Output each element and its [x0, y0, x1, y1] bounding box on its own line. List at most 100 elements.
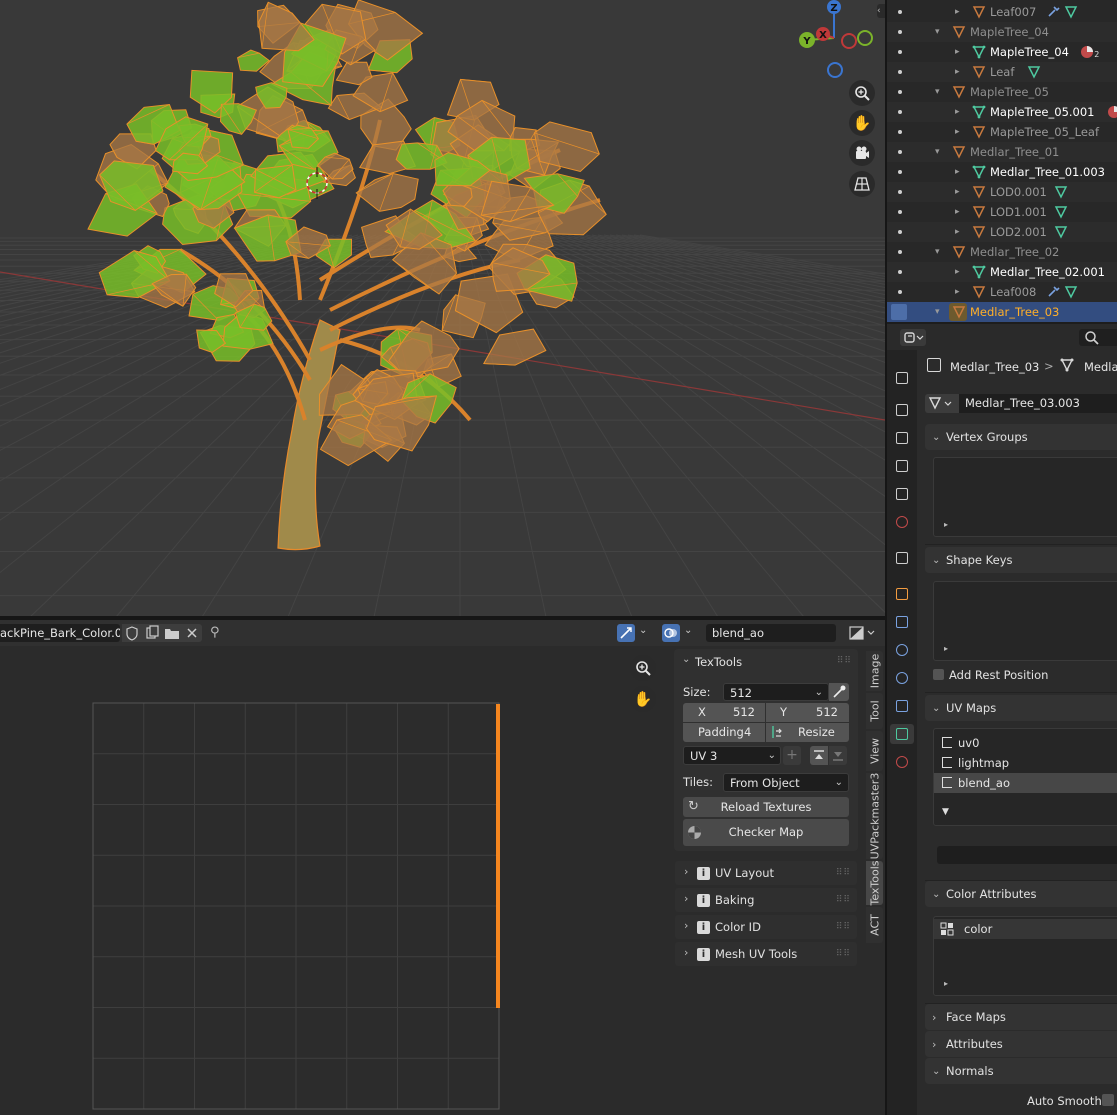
drag-grip-icon[interactable]: ⠿⠿ [837, 656, 852, 666]
unlink-close-icon[interactable] [182, 624, 202, 642]
outliner-row[interactable]: ▾ MapleTree_04 [887, 22, 1117, 42]
particles-icon[interactable] [894, 642, 910, 658]
overlay-icon[interactable] [662, 624, 680, 642]
zoom-icon[interactable] [630, 655, 656, 681]
panel-vertex-groups-header[interactable]: ⌄ Vertex Groups [925, 424, 1117, 450]
properties-editor[interactable]: Medlar_Tree_03 > Medlar Medlar_Tree_03.0… [917, 350, 1117, 1115]
textools-subpanel[interactable]: › i Color ID ⠿⠿ [675, 915, 857, 939]
outliner-row[interactable]: ▾ Medlar_Tree_02 [887, 242, 1117, 262]
editor-type-button[interactable] [900, 329, 926, 346]
expand-arrow-open-icon[interactable]: ▾ [935, 87, 940, 97]
uv-sync-icon[interactable] [617, 624, 635, 642]
panel-uv-maps-header[interactable]: ⌄ UV Maps [925, 695, 1117, 721]
drag-grip-icon[interactable]: ⠿⠿ [836, 895, 851, 905]
move-down-icon[interactable] [829, 746, 847, 765]
uv-editor[interactable]: ✋ ⌄ TexTools ⠿⠿ Size: 512 ⌄ X 512 Y 512 … [0, 646, 885, 1115]
visibility-dot-icon[interactable] [898, 150, 902, 154]
hand-pan-icon[interactable]: ✋ [849, 110, 875, 136]
camera-icon[interactable] [849, 140, 875, 166]
visibility-dot-icon[interactable] [898, 270, 902, 274]
zoom-icon[interactable] [849, 80, 875, 106]
panel-color-attributes-header[interactable]: ⌄ Color Attributes [925, 881, 1117, 907]
outliner-row[interactable]: ▸ Medlar_Tree_02.001 [887, 262, 1117, 282]
list-item[interactable]: blend_ao [934, 773, 1117, 793]
outliner-row[interactable]: ▸ Leaf007 [887, 2, 1117, 22]
navigation-gizmo[interactable]: Z Y X [790, 0, 885, 85]
list-options-icon[interactable]: ▼ [942, 807, 949, 817]
textools-subpanel[interactable]: › i Baking ⠿⠿ [675, 888, 857, 912]
x-size-field[interactable]: X 512 [683, 703, 765, 722]
output-icon[interactable] [894, 430, 910, 446]
visibility-dot-icon[interactable] [898, 10, 902, 14]
reload-textures-button[interactable]: ↻ Reload Textures [683, 797, 849, 817]
list-item[interactable]: uv0 [934, 733, 1117, 753]
drag-grip-icon[interactable]: ⠿⠿ [836, 949, 851, 959]
sidebar-tab-image[interactable]: Image [866, 651, 883, 691]
physics-icon[interactable] [894, 670, 910, 686]
outliner-row[interactable]: ▸ LOD1.001 [887, 202, 1117, 222]
y-size-field[interactable]: Y 512 [766, 703, 849, 722]
hand-pan-icon[interactable]: ✋ [630, 686, 656, 712]
info-icon[interactable]: i [697, 947, 710, 961]
outliner-row[interactable]: ▾ Medlar_Tree_01 [887, 142, 1117, 162]
drag-grip-icon[interactable]: ⠿⠿ [836, 922, 851, 932]
grid-ortho-icon[interactable] [849, 171, 875, 197]
open-folder-icon[interactable] [162, 624, 182, 642]
list-item[interactable]: lightmap [934, 753, 1117, 773]
visibility-dot-icon[interactable] [898, 30, 902, 34]
drag-grip-icon[interactable]: ⠿⠿ [836, 868, 851, 878]
resize-button[interactable]: Resize [766, 723, 849, 742]
pin-icon[interactable]: ⚲ [210, 624, 228, 642]
uv-grid-canvas[interactable] [0, 646, 665, 1115]
chevron-down-icon[interactable]: ⌄ [639, 625, 647, 636]
uv-channel-dropdown[interactable]: UV 3 ⌄ [683, 746, 781, 765]
world-icon[interactable] [894, 514, 910, 530]
expand-arrow-open-icon[interactable]: ▾ [935, 307, 940, 317]
expand-arrow-closed-icon[interactable]: ▸ [955, 287, 960, 297]
object-icon[interactable] [894, 586, 910, 602]
outliner-row[interactable]: ▸ MapleTree_05_Leaf [887, 122, 1117, 142]
outliner-row[interactable]: ▸ Medlar_Tree_01.003 [887, 162, 1117, 182]
material-icon[interactable] [894, 754, 910, 770]
sidebar-tab-tool[interactable]: Tool [866, 693, 883, 729]
expand-arrow-open-icon[interactable]: ▾ [935, 27, 940, 37]
constraints-icon[interactable] [894, 698, 910, 714]
sidebar-tab-view[interactable]: View [866, 731, 883, 771]
color-attributes-list[interactable]: color ▸ [933, 916, 1117, 996]
expand-arrow-closed-icon[interactable]: ▸ [955, 267, 960, 277]
visibility-dot-icon[interactable] [898, 130, 902, 134]
expand-icon[interactable]: ▸ [944, 979, 948, 988]
visibility-dot-icon[interactable] [898, 90, 902, 94]
expand-arrow-closed-icon[interactable]: ▸ [955, 7, 960, 17]
visibility-dot-icon[interactable] [898, 190, 902, 194]
textools-subpanel[interactable]: › i Mesh UV Tools ⠿⠿ [675, 942, 857, 966]
expand-arrow-closed-icon[interactable]: ▸ [955, 47, 960, 57]
chevron-down-icon[interactable]: ⌄ [684, 625, 692, 636]
outliner-row[interactable]: ▾ Medlar_Tree_03 [887, 302, 1117, 322]
shape-keys-list[interactable]: ▸ [933, 581, 1117, 661]
info-icon[interactable]: i [697, 866, 710, 880]
properties-search-field[interactable] [1079, 329, 1117, 346]
object-select-icon[interactable] [891, 304, 907, 320]
expand-arrow-open-icon[interactable]: ▾ [935, 147, 940, 157]
viewport-scene[interactable] [0, 0, 885, 616]
sidebar-tab-textools[interactable]: TexTools [866, 860, 883, 906]
panel-shape-keys-header[interactable]: ⌄ Shape Keys [925, 547, 1117, 573]
outliner-row[interactable]: ▸ MapleTree_05.001 [887, 102, 1117, 122]
expand-arrow-closed-icon[interactable]: ▸ [955, 227, 960, 237]
visibility-dot-icon[interactable] [898, 110, 902, 114]
fake-user-button[interactable] [122, 624, 142, 642]
outliner-row[interactable]: ▸ LOD0.001 [887, 182, 1117, 202]
add-uv-channel-button[interactable]: + [783, 746, 801, 765]
data-mesh-icon[interactable] [890, 724, 914, 744]
uv-maps-list[interactable]: ▼ uv0 lightmap blend_ao [933, 728, 1117, 826]
expand-arrow-closed-icon[interactable]: ▸ [955, 167, 960, 177]
sidebar-tab-act[interactable]: ACT [866, 907, 883, 943]
outliner-row[interactable]: ▾ MapleTree_05 [887, 82, 1117, 102]
view-layer-icon[interactable] [894, 458, 910, 474]
padding-field[interactable]: Padding 4 [683, 723, 765, 742]
expand-arrow-closed-icon[interactable]: ▸ [955, 107, 960, 117]
panel-face-maps-header[interactable]: › Face Maps [925, 1004, 1117, 1030]
info-icon[interactable]: i [697, 893, 710, 907]
display-channels-icon[interactable] [848, 624, 878, 642]
